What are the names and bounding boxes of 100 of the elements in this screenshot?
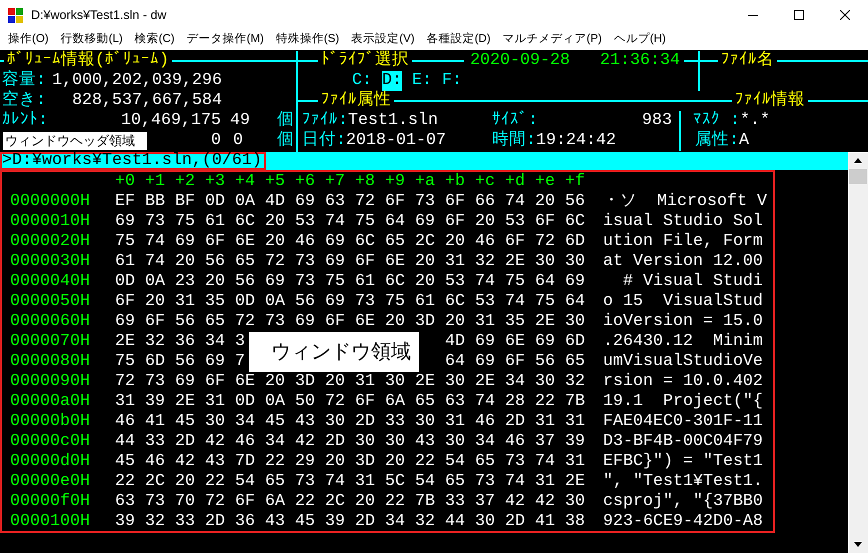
row-address: 0000050H xyxy=(9,292,91,312)
menu-item[interactable]: 操作(O) xyxy=(2,31,55,49)
scroll-thumb[interactable] xyxy=(849,169,867,184)
hex-byte: 30 xyxy=(415,412,436,432)
text-preview-line: # Visual Studi xyxy=(622,272,763,292)
field-value: 2018-01-07 xyxy=(346,131,446,151)
hex-byte: 20 xyxy=(325,372,346,392)
hex-byte: 2D xyxy=(355,512,376,532)
hex-byte: 69 xyxy=(115,312,136,332)
field-label: ｻｲｽﾞ: xyxy=(492,111,538,130)
hex-byte: 20 xyxy=(385,452,406,472)
hex-byte: 72 xyxy=(115,372,136,392)
hex-byte: 20 xyxy=(445,232,466,252)
hex-byte: 20 xyxy=(415,272,436,292)
column-header: +7 xyxy=(325,172,346,192)
hex-byte: 4D xyxy=(265,192,286,212)
hex-byte: 64 xyxy=(445,352,466,372)
hex-byte: 69 xyxy=(415,212,436,232)
hex-byte: 20 xyxy=(265,372,286,392)
drive-option[interactable]: E: xyxy=(412,71,432,91)
column-header: +a xyxy=(415,172,436,192)
hex-byte: 63 xyxy=(115,492,136,512)
hex-byte: 0D xyxy=(235,392,256,412)
menu-item[interactable]: データ操作(M) xyxy=(180,31,270,49)
hex-byte: 69 xyxy=(475,332,496,352)
row-address: 0000030H xyxy=(9,252,91,272)
hex-byte: 31 xyxy=(445,252,466,272)
hex-byte: 2D xyxy=(505,512,526,532)
hex-byte: 69 xyxy=(175,372,196,392)
text-preview-line: .26430.12 Minim xyxy=(603,332,763,352)
hex-byte: 20 xyxy=(265,212,286,232)
panel-title: ﾌｧｲﾙ名 xyxy=(720,51,775,71)
hex-byte: 6F xyxy=(505,232,526,252)
column-header: +d xyxy=(505,172,526,192)
hex-byte: 2D xyxy=(175,432,196,452)
hex-byte: 73 xyxy=(145,372,166,392)
hex-byte: 46 xyxy=(295,232,316,252)
hex-byte: 20 xyxy=(535,192,556,212)
hex-byte: 34 xyxy=(505,372,526,392)
hex-byte: 74 xyxy=(535,452,556,472)
hex-byte: 3D xyxy=(295,372,316,392)
menu-item[interactable]: 各種設定(D) xyxy=(420,31,497,49)
text-preview-line: ・ソ Microsoft V xyxy=(603,192,767,212)
hex-byte: 7 xyxy=(235,352,246,372)
hex-byte: 33 xyxy=(175,512,196,532)
menu-item[interactable]: 表示設定(V) xyxy=(345,31,421,49)
scrollbar[interactable] xyxy=(848,152,868,553)
time-text: 21:36:34 xyxy=(599,51,681,71)
count-value: 0 xyxy=(232,131,243,151)
column-header: +1 xyxy=(145,172,166,192)
hex-byte: 30 xyxy=(565,312,586,332)
hex-byte: 7B xyxy=(415,492,436,512)
field-label: ｶﾚﾝﾄ: xyxy=(1,111,49,131)
hex-byte: 73 xyxy=(415,192,436,212)
hex-byte: 33 xyxy=(385,412,406,432)
column-header: +0 xyxy=(115,172,136,192)
menu-item[interactable]: 特殊操作(S) xyxy=(270,31,346,49)
hex-byte: 0A xyxy=(265,292,286,312)
menu-item[interactable]: ヘルプ(H) xyxy=(608,31,672,49)
hex-byte: 73 xyxy=(475,472,496,492)
hex-byte: 30 xyxy=(565,252,586,272)
hex-byte: 6E xyxy=(505,332,526,352)
field-label: 空き: xyxy=(1,91,47,111)
hex-byte: 7D xyxy=(235,452,256,472)
hex-byte: 54 xyxy=(415,472,436,492)
hex-byte: 74 xyxy=(475,272,496,292)
hex-byte: 30 xyxy=(535,252,556,272)
drive-option[interactable]: C: xyxy=(352,71,372,91)
menu-item[interactable]: 検索(C) xyxy=(128,31,181,49)
hex-byte: 41 xyxy=(145,412,166,432)
hex-byte: 6E xyxy=(235,372,256,392)
menu-item[interactable]: マルチメディア(P) xyxy=(496,31,608,49)
hex-byte: 31 xyxy=(115,392,136,412)
hex-byte: 6F xyxy=(115,292,136,312)
hex-byte: 6F xyxy=(355,252,376,272)
drive-option[interactable]: D: xyxy=(382,71,402,91)
row-address: 0000070H xyxy=(9,332,91,352)
hex-byte: 73 xyxy=(295,252,316,272)
hex-byte: 39 xyxy=(325,512,346,532)
annotation-label: ウィンドウヘッダ領域 xyxy=(3,132,147,150)
hex-byte: 43 xyxy=(295,412,316,432)
column-header: +f xyxy=(565,172,586,192)
hex-byte: 20 xyxy=(415,252,436,272)
column-header: +c xyxy=(475,172,496,192)
hex-byte: 20 xyxy=(175,472,196,492)
hex-byte: 69 xyxy=(115,212,136,232)
hex-byte: 30 xyxy=(355,432,376,452)
hex-byte: 3D xyxy=(355,452,376,472)
hex-byte: 22 xyxy=(535,392,556,412)
drive-option[interactable]: F: xyxy=(442,71,462,91)
hex-byte: 6F xyxy=(355,392,376,412)
hex-byte: 31 xyxy=(205,392,226,412)
field-value: 19:24:42 xyxy=(536,131,616,151)
hex-byte: 2D xyxy=(355,412,376,432)
text-preview-line: isual Studio Sol xyxy=(603,212,763,232)
hex-byte: 20 xyxy=(145,292,166,312)
menu-item[interactable]: 行数移動(L) xyxy=(54,31,129,49)
hex-byte: 69 xyxy=(325,292,346,312)
hex-byte: 6D xyxy=(565,332,586,352)
hex-byte: 56 xyxy=(175,312,196,332)
